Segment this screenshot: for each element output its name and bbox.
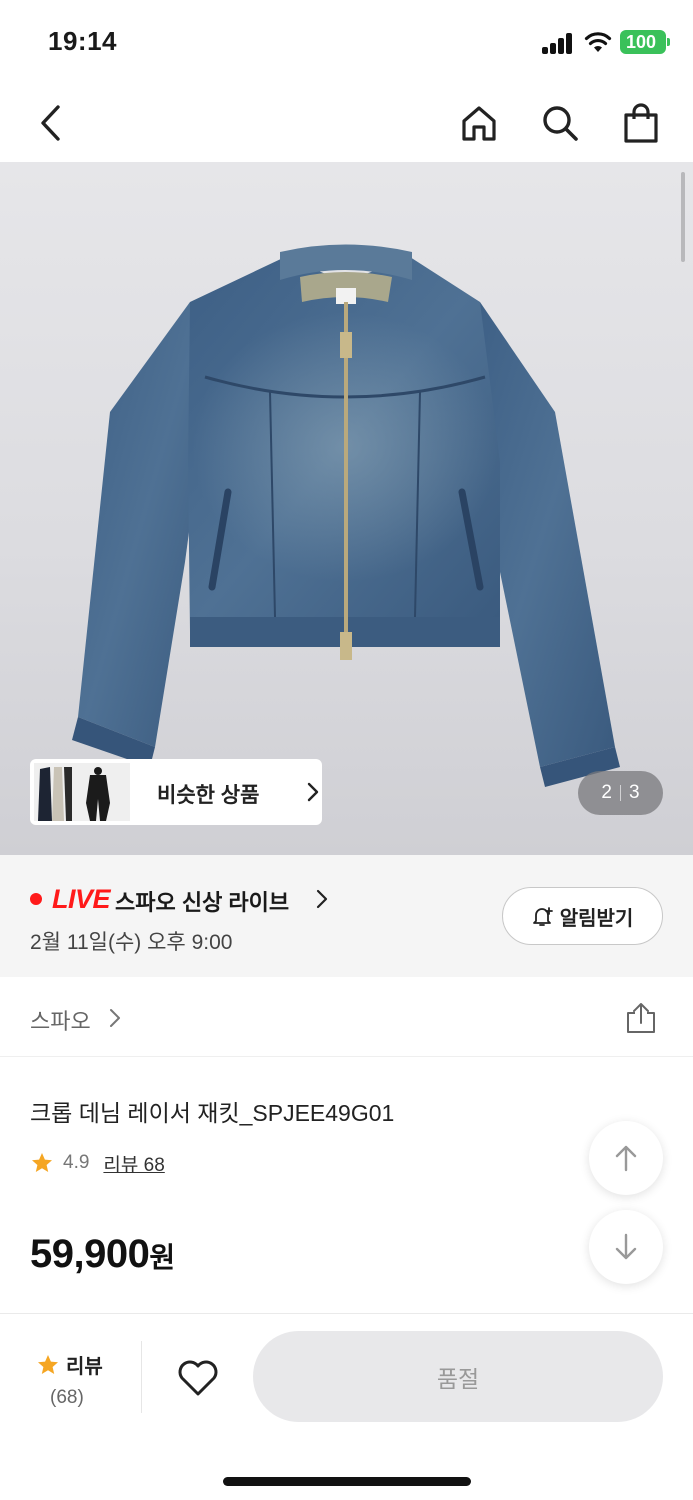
similar-products-button[interactable]: 비슷한 상품 [30,759,322,825]
product-name: 크롭 데님 레이서 재킷_SPJEE49G01 [30,1100,395,1126]
similar-products-thumbnail [34,763,130,821]
live-broadcast-banner[interactable]: LIVE 스파오 신상 라이브 2월 11일(수) 오후 9:00 알림받기 [0,855,693,977]
arrow-up-icon [615,1145,637,1172]
share-icon [627,1003,655,1033]
star-icon [38,1354,58,1374]
denim-jacket-image [72,244,620,787]
price-unit: 원 [149,1242,175,1273]
soldout-button[interactable]: 품절 [253,1331,663,1422]
brand-link[interactable]: 스파오 [30,1004,91,1036]
star-icon [32,1153,52,1172]
gallery-page-indicator: 2 3 [578,771,663,815]
home-icon [462,106,496,141]
arrow-down-icon [615,1233,637,1260]
notify-button[interactable]: 알림받기 [502,887,663,945]
home-button[interactable] [454,98,504,148]
live-dot-icon [30,893,42,905]
live-date: 2월 11일(수) 오후 9:00 [30,931,233,954]
bell-plus-icon [532,907,553,926]
chevron-right-icon [110,1009,120,1027]
live-badge: LIVE [52,884,111,914]
gallery-scrollbar [681,172,685,262]
shopping-bag-icon [624,103,658,143]
total-pages: 3 [629,782,640,803]
live-title: 스파오 신상 라이브 [115,890,290,915]
cellular-signal-icon [542,32,574,54]
battery-level: 100 [625,32,657,52]
heart-icon [178,1360,218,1396]
cart-button[interactable] [616,98,666,148]
scroll-top-button[interactable] [589,1121,663,1195]
similar-products-label: 비슷한 상품 [157,784,260,807]
product-price: 59,900원 [30,1232,175,1277]
bottom-action-bar: 리뷰 (68) 품절 [0,1313,693,1500]
wishlist-button[interactable] [172,1352,224,1404]
status-time: 19:14 [48,26,117,56]
divider [141,1341,142,1413]
home-indicator [223,1477,471,1486]
scroll-bottom-button[interactable] [589,1210,663,1284]
chevron-right-icon [307,782,319,802]
battery-icon: 100 [620,30,670,54]
review-link[interactable]: 리뷰 68 [103,1150,164,1177]
back-button[interactable] [26,98,76,148]
rating-value: 4.9 [63,1152,90,1173]
status-bar: 19:14 100 [0,0,693,84]
price-value: 59,900 [30,1232,150,1276]
rating-row: 4.9 리뷰 68 [30,1149,165,1177]
search-icon [543,106,578,141]
review-count: (68) [50,1387,84,1408]
chevron-right-icon [316,889,328,909]
nav-header [0,84,693,162]
notify-label: 알림받기 [559,907,634,930]
review-summary-button[interactable]: 리뷰 (68) [30,1344,120,1424]
share-button[interactable] [620,997,662,1039]
current-page: 2 [601,782,612,803]
brand-row: 스파오 [0,977,693,1057]
wifi-icon [584,30,612,54]
back-icon [41,105,60,141]
search-button[interactable] [535,98,585,148]
product-image-gallery[interactable]: 비슷한 상품 2 3 [0,162,693,855]
review-summary-label: 리뷰 [66,1356,103,1378]
